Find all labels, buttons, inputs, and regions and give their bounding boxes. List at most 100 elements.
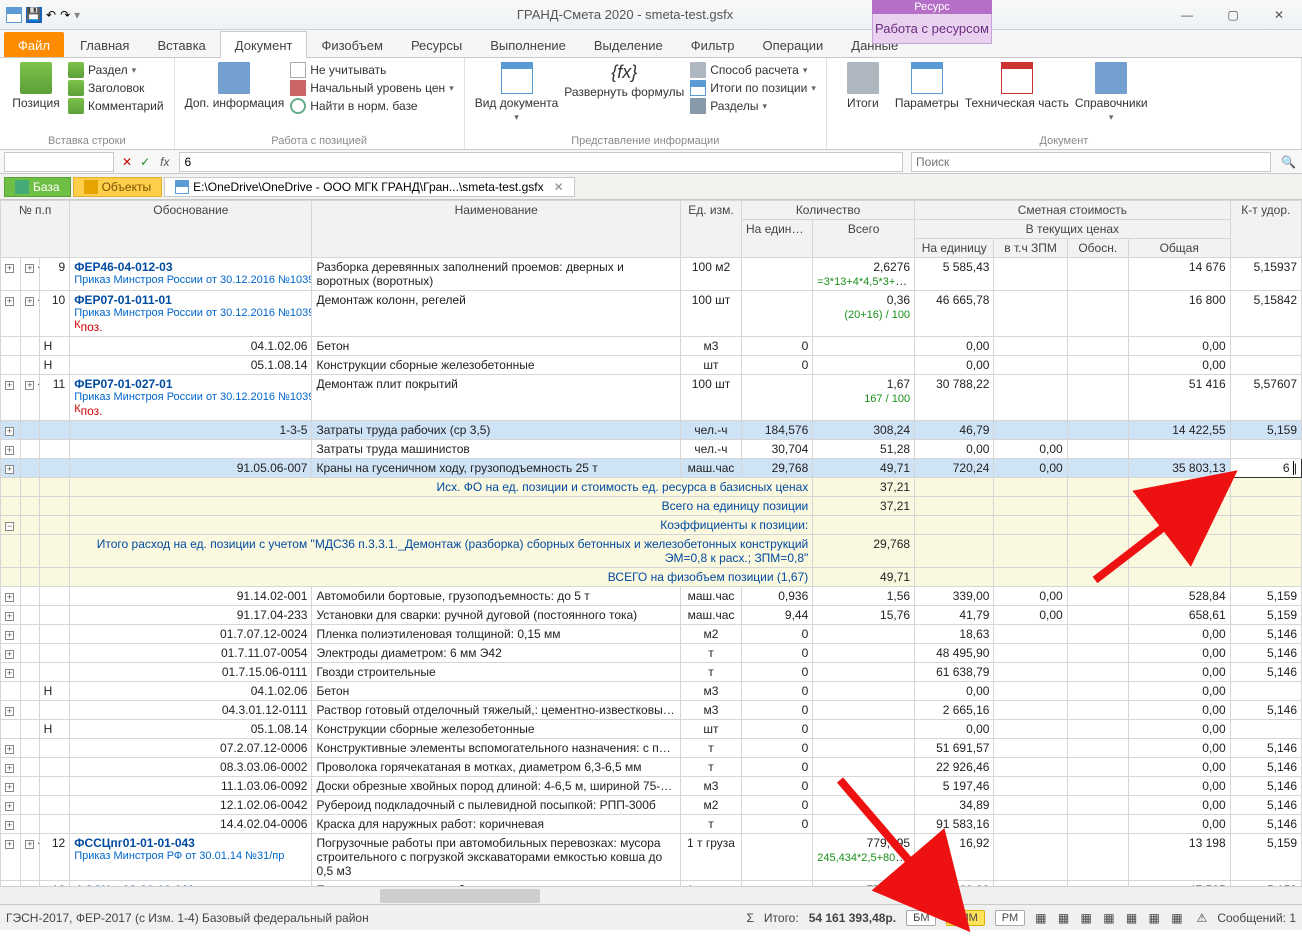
ribbon-group-presentation: Вид документа {fx}Развернуть формулы Спо… bbox=[465, 58, 827, 149]
accept-icon[interactable]: ✓ bbox=[136, 155, 154, 169]
ribbon: Позиция Раздел Заголовок Комментарий Вст… bbox=[0, 58, 1302, 150]
table-row[interactable]: + 08.3.03.06-0002 Проволока горячекатана… bbox=[1, 758, 1302, 777]
section-button[interactable]: Раздел bbox=[68, 62, 164, 78]
save-icon[interactable]: 💾 bbox=[26, 7, 42, 23]
horizontal-scrollbar[interactable] bbox=[0, 886, 1302, 904]
tech-part-button[interactable]: Техническая часть bbox=[965, 62, 1069, 110]
search-icon[interactable]: 🔍 bbox=[1275, 155, 1302, 169]
contextual-tab-title: Ресурс bbox=[872, 0, 992, 14]
qat-more-icon[interactable]: ▾ bbox=[74, 8, 80, 22]
search-input[interactable] bbox=[911, 152, 1271, 172]
table-row[interactable]: + 11.1.03.06-0092 Доски обрезные хвойных… bbox=[1, 777, 1302, 796]
table-row[interactable]: + 01.7.11.07-0054 Электроды диаметром: 6… bbox=[1, 644, 1302, 663]
formula-bar: ✕ ✓ fx 🔍 bbox=[0, 150, 1302, 174]
expand-formulas-button[interactable]: {fx}Развернуть формулы bbox=[564, 62, 684, 99]
table-row[interactable]: + 91.17.04-233 Установки для сварки: руч… bbox=[1, 606, 1302, 625]
table-row[interactable]: Н 04.1.02.06 Бетонм3 0 0,00 0,00 bbox=[1, 337, 1302, 356]
table-row[interactable]: Исх. ФО на ед. позиции и стоимость ед. р… bbox=[1, 478, 1302, 497]
rm-badge[interactable]: РМ bbox=[995, 910, 1025, 926]
database-icon bbox=[15, 180, 29, 194]
table-row[interactable]: ++10 ФЕР07-01-011-01Приказ Минстроя Росс… bbox=[1, 291, 1302, 337]
table-row[interactable]: + 07.2.07.12-0006 Конструктивные элемент… bbox=[1, 739, 1302, 758]
table-row[interactable]: ++9 ФЕР46-04-012-03Приказ Минстроя Росси… bbox=[1, 258, 1302, 291]
app-icon bbox=[6, 7, 22, 23]
grid-area[interactable]: № п.п Обоснование Наименование Ед. изм. … bbox=[0, 200, 1302, 886]
tab-filter[interactable]: Фильтр bbox=[677, 32, 749, 57]
ribbon-group-position: Доп. информация Не учитывать Начальный у… bbox=[175, 58, 465, 149]
redo-icon[interactable]: ↷ bbox=[60, 8, 70, 22]
tab-file[interactable]: Файл bbox=[4, 32, 64, 57]
warning-icon[interactable]: ⚠ bbox=[1197, 911, 1208, 925]
sigma-icon: Σ bbox=[746, 911, 753, 925]
sections-button[interactable]: Разделы bbox=[690, 98, 816, 114]
estimate-grid[interactable]: № п.п Обоснование Наименование Ед. изм. … bbox=[0, 200, 1302, 886]
ignore-button[interactable]: Не учитывать bbox=[290, 62, 453, 78]
totals-button[interactable]: Итоги bbox=[837, 62, 889, 110]
table-row[interactable]: + 91.14.02-001 Автомобили бортовые, груз… bbox=[1, 587, 1302, 606]
table-row[interactable]: Н 05.1.08.14 Конструкции сборные железоб… bbox=[1, 356, 1302, 375]
tab-fizobem[interactable]: Физобъем bbox=[307, 32, 397, 57]
document-tabs: База Объекты E:\OneDrive\OneDrive - ООО … bbox=[0, 174, 1302, 200]
tab-home[interactable]: Главная bbox=[66, 32, 143, 57]
table-row[interactable]: + 1-3-5 Затраты труда рабочих (ср 3,5)че… bbox=[1, 421, 1302, 440]
addinfo-button[interactable]: Доп. информация bbox=[185, 62, 285, 110]
undo-icon[interactable]: ↶ bbox=[46, 8, 56, 22]
bm-badge[interactable]: БМ bbox=[906, 910, 936, 926]
window-title: ГРАНД-Смета 2020 - smeta-test.gsfx bbox=[86, 7, 1164, 22]
table-row[interactable]: ++12 ФССЦпг01-01-01-043Приказ Минстроя Р… bbox=[1, 834, 1302, 881]
contextual-tab-name[interactable]: Работа с ресурсом bbox=[872, 14, 992, 44]
table-row[interactable]: Н 05.1.08.14 Конструкции сборные железоб… bbox=[1, 720, 1302, 739]
file-icon bbox=[175, 180, 189, 194]
table-row[interactable]: + 04.3.01.12-0111 Раствор готовый отдело… bbox=[1, 701, 1302, 720]
tab-resources[interactable]: Ресурсы bbox=[397, 32, 476, 57]
references-button[interactable]: Справочники bbox=[1075, 62, 1148, 123]
table-row[interactable]: Итого расход на ед. позиции с учетом "МД… bbox=[1, 535, 1302, 568]
document-view-button[interactable]: Вид документа bbox=[475, 62, 559, 123]
table-row[interactable]: + 91.05.06-007 Краны на гусеничном ходу,… bbox=[1, 459, 1302, 478]
find-in-norm-base-button[interactable]: Найти в норм. базе bbox=[290, 98, 453, 114]
table-row[interactable]: Всего на единицу позиции37,21 bbox=[1, 497, 1302, 516]
tab-execution[interactable]: Выполнение bbox=[476, 32, 580, 57]
folder-icon bbox=[84, 180, 98, 194]
close-tab-icon[interactable]: ✕ bbox=[554, 180, 564, 194]
status-left: ГЭСН-2017, ФЕР-2017 (с Изм. 1-4) Базовый… bbox=[6, 911, 369, 925]
maximize-button[interactable]: ▢ bbox=[1210, 0, 1256, 30]
calc-method-button[interactable]: Способ расчета bbox=[690, 62, 816, 78]
position-totals-button[interactable]: Итоги по позиции bbox=[690, 80, 816, 96]
tab-document[interactable]: Документ bbox=[220, 31, 308, 58]
quick-access-toolbar: 💾 ↶ ↷ ▾ bbox=[0, 7, 86, 23]
messages-count[interactable]: Сообщений: 1 bbox=[1217, 911, 1296, 925]
bim-badge[interactable]: БИМ bbox=[946, 910, 984, 926]
tab-insert[interactable]: Вставка bbox=[143, 32, 219, 57]
table-row[interactable]: + 01.7.07.12-0024 Пленка полиэтиленовая … bbox=[1, 625, 1302, 644]
cell-ref-input[interactable] bbox=[4, 152, 114, 172]
formula-input[interactable] bbox=[179, 152, 903, 172]
table-row[interactable]: + 14.4.02.04-0006 Краска для наружных ра… bbox=[1, 815, 1302, 834]
tab-operations[interactable]: Операции bbox=[748, 32, 837, 57]
base-tab[interactable]: База bbox=[4, 177, 71, 197]
parameters-button[interactable]: Параметры bbox=[895, 62, 959, 110]
contextual-tab: Ресурс Работа с ресурсом bbox=[872, 0, 992, 44]
status-bar: ГЭСН-2017, ФЕР-2017 (с Изм. 1-4) Базовый… bbox=[0, 904, 1302, 930]
table-row[interactable]: ВСЕГО на физобъем позиции (1,67)49,71 bbox=[1, 568, 1302, 587]
position-button[interactable]: Позиция bbox=[10, 62, 62, 110]
ribbon-group-insert-row: Позиция Раздел Заголовок Комментарий Вст… bbox=[0, 58, 175, 149]
tab-selection[interactable]: Выделение bbox=[580, 32, 677, 57]
table-row[interactable]: + 12.1.02.06-0042 Рубероид подкладочный … bbox=[1, 796, 1302, 815]
initial-price-level-button[interactable]: Начальный уровень цен bbox=[290, 80, 453, 96]
table-row[interactable]: ++11 ФЕР07-01-027-01Приказ Минстроя Росс… bbox=[1, 375, 1302, 421]
header-button[interactable]: Заголовок bbox=[68, 80, 164, 96]
table-row[interactable]: + 01.7.15.06-0111 Гвозди строительныет 0… bbox=[1, 663, 1302, 682]
minimize-button[interactable]: — bbox=[1164, 0, 1210, 30]
title-bar: 💾 ↶ ↷ ▾ ГРАНД-Смета 2020 - smeta-test.gs… bbox=[0, 0, 1302, 30]
table-row[interactable]: + Затраты труда машинистовчел.-ч 30,7045… bbox=[1, 440, 1302, 459]
objects-tab[interactable]: Объекты bbox=[73, 177, 163, 197]
file-tab[interactable]: E:\OneDrive\OneDrive - ООО МГК ГРАНД\Гра… bbox=[164, 177, 575, 197]
table-row[interactable]: Н 04.1.02.06 Бетонм3 0 0,00 0,00 bbox=[1, 682, 1302, 701]
status-icons[interactable]: ▦ ▦ ▦ ▦ ▦ ▦ ▦ bbox=[1035, 911, 1186, 925]
table-row[interactable]: −Коэффициенты к позиции: bbox=[1, 516, 1302, 535]
close-button[interactable]: ✕ bbox=[1256, 0, 1302, 30]
comment-button[interactable]: Комментарий bbox=[68, 98, 164, 114]
scrollbar-thumb[interactable] bbox=[380, 889, 540, 903]
cancel-icon[interactable]: ✕ bbox=[118, 155, 136, 169]
